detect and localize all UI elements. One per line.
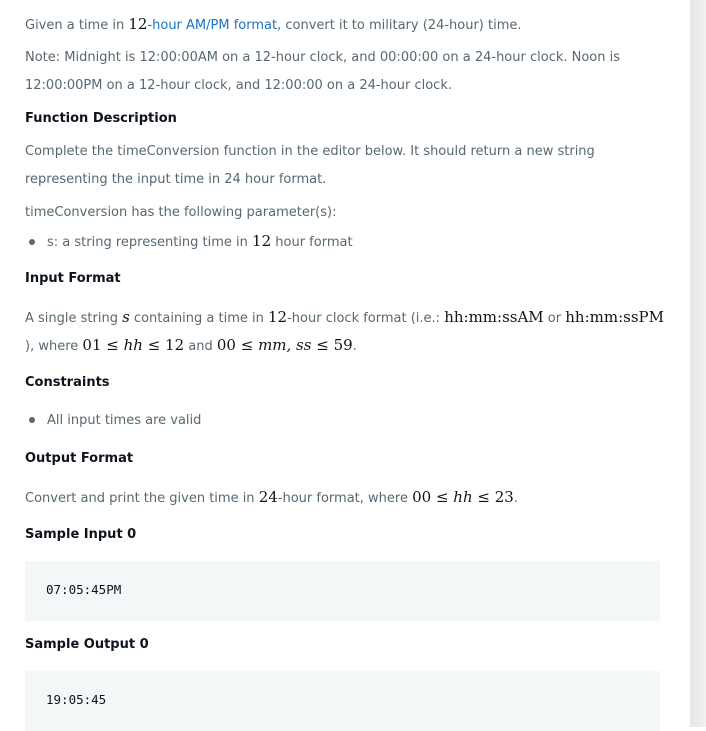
input-format-line-2: ), where 01 ≤ hh ≤ 12 and 00 ≤ mm, ss ≤ … [25,336,357,354]
constraints-heading: Constraints [25,375,110,390]
output-format-heading: Output Format [25,451,134,466]
sample-input-code: 07:05:45PM [46,582,122,597]
sample-output-heading: Sample Output 0 [25,637,149,652]
parameters-label: timeConversion has the following paramet… [25,205,337,220]
output-format-text: Convert and print the given time in 24-h… [25,488,518,506]
sample-output-code: 19:05:45 [46,692,107,707]
ampm-format-link[interactable]: -hour AM/PM format [147,18,277,33]
function-description-line-2: representing the input time in 24 hour f… [25,172,327,187]
bullet-icon [29,238,35,245]
sample-output-code-block: 19:05:45 [25,671,660,731]
note-line-2: 12:00:00PM on a 12-hour clock, and 12:00… [25,78,452,93]
constraint-item: All input times are valid [25,411,201,431]
input-format-line-1: A single string s containing a time in 1… [25,308,664,326]
note-line-1: Note: Midnight is 12:00:00AM on a 12-hou… [25,50,621,65]
intro-text: Given a time in 12-hour AM/PM format, co… [25,15,522,33]
scroll-panel-edge [690,0,706,727]
function-description-heading: Function Description [25,111,177,126]
sample-input-heading: Sample Input 0 [25,527,137,542]
sample-input-code-block: 07:05:45PM [25,561,660,621]
input-format-heading: Input Format [25,271,121,286]
parameter-item: s: a string representing time in 12 hour… [25,231,353,253]
bullet-icon [29,416,35,423]
function-description-line-1: Complete the timeConversion function in … [25,144,595,159]
